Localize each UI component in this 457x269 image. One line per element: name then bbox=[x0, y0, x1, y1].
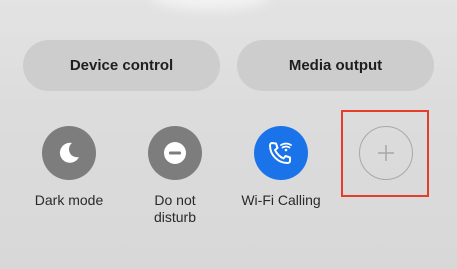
media-output-button[interactable]: Media output bbox=[237, 40, 434, 91]
dark-mode-label: Dark mode bbox=[34, 192, 104, 208]
media-output-label: Media output bbox=[288, 57, 383, 74]
wifi-phone-icon bbox=[269, 142, 292, 164]
wifi-calling-toggle[interactable] bbox=[254, 126, 308, 180]
tile-do-not-disturb[interactable]: Do not disturb bbox=[130, 126, 220, 226]
tile-dark-mode[interactable]: Dark mode bbox=[24, 126, 114, 209]
minus-circle-icon bbox=[164, 142, 186, 164]
moon-icon bbox=[59, 142, 79, 163]
device-control-label: Device control bbox=[69, 57, 174, 74]
highlight-box bbox=[341, 110, 429, 197]
device-control-button[interactable]: Device control bbox=[23, 40, 220, 91]
do-not-disturb-label: Do not disturb bbox=[153, 192, 197, 225]
tile-wifi-calling[interactable]: Wi-Fi Calling bbox=[236, 126, 326, 209]
wifi-calling-label: Wi-Fi Calling bbox=[241, 192, 321, 208]
do-not-disturb-toggle[interactable] bbox=[148, 126, 202, 180]
quick-settings-panel: { "quick_buttons": { "device_control": "… bbox=[0, 0, 457, 269]
dark-mode-toggle[interactable] bbox=[42, 126, 96, 180]
background-glow bbox=[150, 0, 270, 10]
